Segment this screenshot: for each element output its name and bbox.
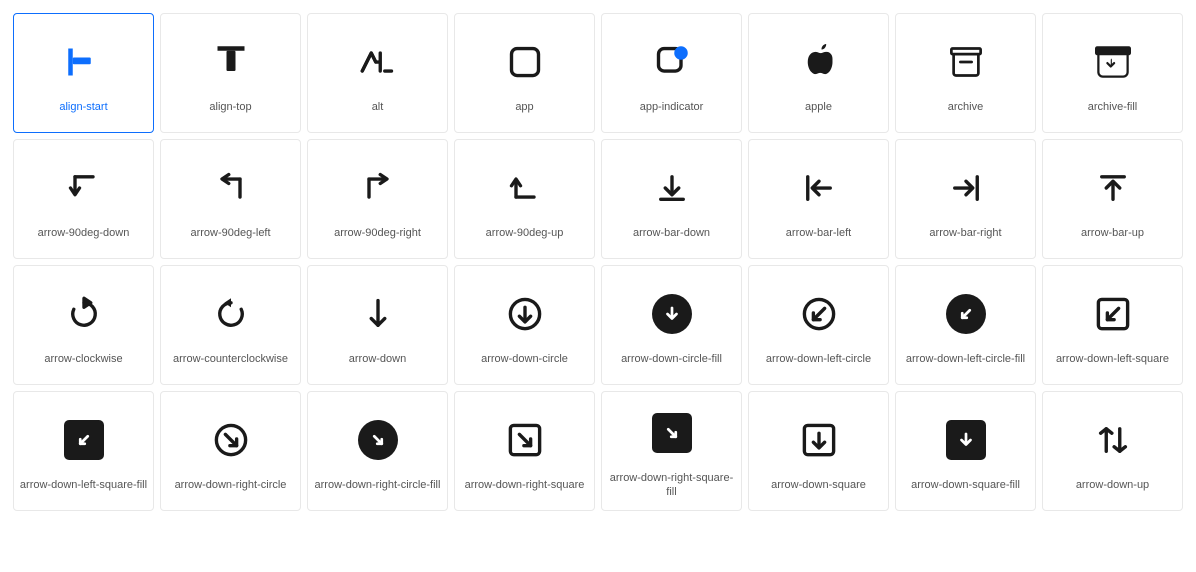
- icon-cell-arrow-down-right-square[interactable]: arrow-down-right-square: [454, 391, 595, 511]
- icon-cell-arrow-down-left-circle-fill[interactable]: arrow-down-left-circle-fill: [895, 265, 1036, 385]
- arrow-down-up-label: arrow-down-up: [1076, 478, 1149, 492]
- arrow-down-right-circle-fill-icon: [348, 410, 408, 470]
- arrow-90deg-left-label: arrow-90deg-left: [190, 226, 270, 240]
- icon-cell-arrow-down-square[interactable]: arrow-down-square: [748, 391, 889, 511]
- arrow-down-left-circle-fill-icon: [936, 284, 996, 344]
- icon-cell-arrow-bar-left[interactable]: arrow-bar-left: [748, 139, 889, 259]
- icon-cell-apple[interactable]: apple: [748, 13, 889, 133]
- icon-cell-alt[interactable]: alt: [307, 13, 448, 133]
- icon-cell-arrow-bar-up[interactable]: arrow-bar-up: [1042, 139, 1183, 259]
- icon-cell-archive[interactable]: archive: [895, 13, 1036, 133]
- app-indicator-icon: [642, 32, 702, 92]
- arrow-90deg-down-label: arrow-90deg-down: [38, 226, 130, 240]
- arrow-down-circle-fill-label: arrow-down-circle-fill: [621, 352, 722, 366]
- archive-fill-icon: [1083, 32, 1143, 92]
- icon-cell-arrow-down-up[interactable]: arrow-down-up: [1042, 391, 1183, 511]
- icon-cell-arrow-down-right-square-fill[interactable]: arrow-down-right-square-fill: [601, 391, 742, 511]
- arrow-down-left-square-fill-label: arrow-down-left-square-fill: [20, 478, 147, 492]
- arrow-down-right-square-fill-label: arrow-down-right-square-fill: [607, 471, 736, 500]
- align-start-icon: [54, 32, 114, 92]
- alt-icon: [348, 32, 408, 92]
- icon-cell-arrow-down-square-fill[interactable]: arrow-down-square-fill: [895, 391, 1036, 511]
- arrow-down-right-circle-icon: [201, 410, 261, 470]
- icon-cell-app[interactable]: app: [454, 13, 595, 133]
- arrow-clockwise-icon: [54, 284, 114, 344]
- icon-cell-align-start[interactable]: align-start: [13, 13, 154, 133]
- app-indicator-label: app-indicator: [640, 100, 704, 114]
- arrow-down-square-icon: [789, 410, 849, 470]
- arrow-down-circle-icon: [495, 284, 555, 344]
- arrow-counterclockwise-label: arrow-counterclockwise: [173, 352, 288, 366]
- arrow-down-right-square-label: arrow-down-right-square: [465, 478, 585, 492]
- arrow-90deg-right-label: arrow-90deg-right: [334, 226, 421, 240]
- icon-cell-arrow-bar-down[interactable]: arrow-bar-down: [601, 139, 742, 259]
- icon-cell-arrow-down-right-circle-fill[interactable]: arrow-down-right-circle-fill: [307, 391, 448, 511]
- archive-fill-label: archive-fill: [1088, 100, 1138, 114]
- arrow-down-icon: [348, 284, 408, 344]
- arrow-down-square-label: arrow-down-square: [771, 478, 866, 492]
- align-start-label: align-start: [59, 100, 107, 114]
- arrow-down-left-circle-fill-label: arrow-down-left-circle-fill: [906, 352, 1025, 366]
- arrow-bar-left-icon: [789, 158, 849, 218]
- icon-cell-arrow-down-left-square[interactable]: arrow-down-left-square: [1042, 265, 1183, 385]
- arrow-down-label: arrow-down: [349, 352, 406, 366]
- icon-cell-arrow-down-circle[interactable]: arrow-down-circle: [454, 265, 595, 385]
- arrow-bar-up-icon: [1083, 158, 1143, 218]
- arrow-90deg-left-icon: [201, 158, 261, 218]
- arrow-90deg-up-icon: [495, 158, 555, 218]
- arrow-down-square-fill-icon: [936, 410, 996, 470]
- arrow-bar-down-icon: [642, 158, 702, 218]
- arrow-down-left-square-fill-icon: [54, 410, 114, 470]
- icon-cell-arrow-90deg-up[interactable]: arrow-90deg-up: [454, 139, 595, 259]
- align-top-icon: [201, 32, 261, 92]
- arrow-down-up-icon: [1083, 410, 1143, 470]
- align-top-label: align-top: [209, 100, 251, 114]
- icon-cell-align-top[interactable]: align-top: [160, 13, 301, 133]
- arrow-down-left-square-icon: [1083, 284, 1143, 344]
- arrow-bar-left-label: arrow-bar-left: [786, 226, 851, 240]
- alt-label: alt: [372, 100, 384, 114]
- arrow-counterclockwise-icon: [201, 284, 261, 344]
- arrow-down-right-square-icon: [495, 410, 555, 470]
- arrow-down-circle-label: arrow-down-circle: [481, 352, 568, 366]
- app-icon: [495, 32, 555, 92]
- arrow-down-right-circle-fill-label: arrow-down-right-circle-fill: [315, 478, 441, 492]
- apple-icon: [789, 32, 849, 92]
- icon-cell-app-indicator[interactable]: app-indicator: [601, 13, 742, 133]
- app-label: app: [515, 100, 533, 114]
- icon-cell-arrow-clockwise[interactable]: arrow-clockwise: [13, 265, 154, 385]
- arrow-down-left-circle-label: arrow-down-left-circle: [766, 352, 871, 366]
- arrow-down-left-square-label: arrow-down-left-square: [1056, 352, 1169, 366]
- apple-label: apple: [805, 100, 832, 114]
- archive-label: archive: [948, 100, 983, 114]
- icon-cell-arrow-90deg-right[interactable]: arrow-90deg-right: [307, 139, 448, 259]
- arrow-90deg-right-icon: [348, 158, 408, 218]
- arrow-clockwise-label: arrow-clockwise: [44, 352, 122, 366]
- arrow-down-right-circle-label: arrow-down-right-circle: [175, 478, 287, 492]
- arrow-down-left-circle-icon: [789, 284, 849, 344]
- icon-cell-archive-fill[interactable]: archive-fill: [1042, 13, 1183, 133]
- arrow-down-square-fill-label: arrow-down-square-fill: [911, 478, 1020, 492]
- icon-cell-arrow-down[interactable]: arrow-down: [307, 265, 448, 385]
- icon-cell-arrow-down-left-circle[interactable]: arrow-down-left-circle: [748, 265, 889, 385]
- icon-cell-arrow-down-left-square-fill[interactable]: arrow-down-left-square-fill: [13, 391, 154, 511]
- arrow-bar-right-label: arrow-bar-right: [929, 226, 1001, 240]
- icon-cell-arrow-bar-right[interactable]: arrow-bar-right: [895, 139, 1036, 259]
- icon-cell-arrow-down-right-circle[interactable]: arrow-down-right-circle: [160, 391, 301, 511]
- icon-cell-arrow-90deg-left[interactable]: arrow-90deg-left: [160, 139, 301, 259]
- arrow-90deg-down-icon: [54, 158, 114, 218]
- icon-grid: align-start align-top alt app: [0, 0, 1196, 524]
- archive-icon: [936, 32, 996, 92]
- arrow-down-circle-fill-icon: [642, 284, 702, 344]
- arrow-bar-up-label: arrow-bar-up: [1081, 226, 1144, 240]
- arrow-90deg-up-label: arrow-90deg-up: [486, 226, 564, 240]
- arrow-bar-right-icon: [936, 158, 996, 218]
- icon-cell-arrow-down-circle-fill[interactable]: arrow-down-circle-fill: [601, 265, 742, 385]
- icon-cell-arrow-counterclockwise[interactable]: arrow-counterclockwise: [160, 265, 301, 385]
- arrow-bar-down-label: arrow-bar-down: [633, 226, 710, 240]
- arrow-down-right-square-fill-icon: [642, 403, 702, 463]
- icon-cell-arrow-90deg-down[interactable]: arrow-90deg-down: [13, 139, 154, 259]
